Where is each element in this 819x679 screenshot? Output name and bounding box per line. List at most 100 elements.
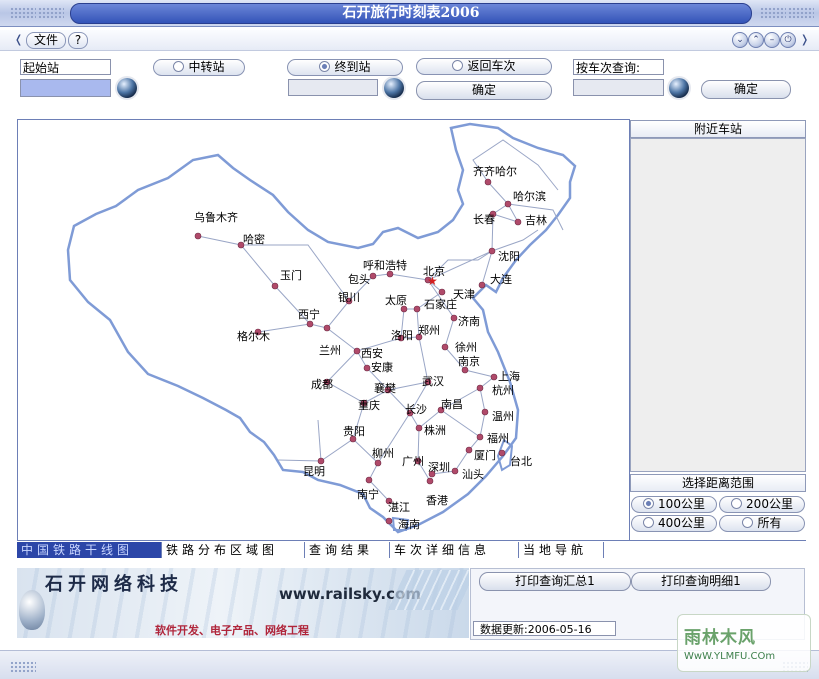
print-summary-button[interactable]: 打印查询汇总1 bbox=[479, 572, 631, 591]
city-label[interactable]: 齐齐哈尔 bbox=[473, 163, 517, 179]
city-label[interactable]: 长沙 bbox=[405, 401, 427, 417]
city-dot[interactable] bbox=[476, 433, 484, 441]
city-label[interactable]: 乌鲁木齐 bbox=[194, 209, 238, 225]
confirm-route-button[interactable]: 确定 bbox=[416, 81, 552, 100]
city-dot[interactable] bbox=[271, 282, 279, 290]
start-search-ball-icon[interactable] bbox=[117, 78, 137, 98]
city-label[interactable]: 西宁 bbox=[298, 306, 320, 322]
city-dot[interactable] bbox=[438, 288, 446, 296]
city-dot[interactable] bbox=[484, 178, 492, 186]
train-number-input[interactable] bbox=[573, 79, 664, 96]
power-icon[interactable]: ⏻ bbox=[780, 32, 796, 48]
city-dot[interactable] bbox=[441, 343, 449, 351]
chevron-down-icon[interactable]: ⌄ bbox=[732, 32, 748, 48]
city-dot[interactable] bbox=[476, 384, 484, 392]
city-dot[interactable] bbox=[194, 232, 202, 240]
city-label[interactable]: 福州 bbox=[487, 430, 509, 446]
city-label[interactable]: 台北 bbox=[510, 453, 532, 469]
city-dot[interactable] bbox=[504, 200, 512, 208]
city-dot[interactable] bbox=[450, 314, 458, 322]
transfer-station-option[interactable]: 中转站 bbox=[153, 59, 245, 76]
print-detail-button[interactable]: 打印查询明细1 bbox=[631, 572, 771, 591]
city-label[interactable]: 襄樊 bbox=[374, 380, 396, 396]
city-dot[interactable] bbox=[451, 467, 459, 475]
range-option-all[interactable]: 所有 bbox=[719, 515, 805, 532]
city-label[interactable]: 郑州 bbox=[418, 322, 440, 338]
city-label[interactable]: 株洲 bbox=[424, 422, 446, 438]
city-label[interactable]: 太原 bbox=[385, 292, 407, 308]
city-label[interactable]: 成都 bbox=[311, 376, 333, 392]
city-label[interactable]: 洛阳 bbox=[391, 327, 413, 343]
range-option-100[interactable]: 100公里 bbox=[631, 496, 717, 513]
nearby-stations-list[interactable] bbox=[630, 138, 806, 472]
tab-main-lines[interactable]: 中国铁路干线图 bbox=[17, 542, 162, 558]
city-label[interactable]: 安康 bbox=[371, 359, 393, 375]
city-dot[interactable] bbox=[426, 477, 434, 485]
city-label[interactable]: 哈密 bbox=[243, 231, 265, 247]
tab-train-details[interactable]: 车次详细信息 bbox=[390, 542, 519, 558]
city-dot[interactable] bbox=[514, 218, 522, 226]
city-label[interactable]: 石家庄 bbox=[424, 296, 457, 312]
city-dot[interactable] bbox=[490, 373, 498, 381]
city-dot[interactable] bbox=[369, 272, 377, 280]
chevron-left-icon[interactable]: ❬ bbox=[14, 33, 23, 46]
range-option-200[interactable]: 200公里 bbox=[719, 496, 805, 513]
city-dot[interactable] bbox=[488, 247, 496, 255]
end-search-ball-icon[interactable] bbox=[384, 78, 404, 98]
city-label[interactable]: 包头 bbox=[348, 271, 370, 287]
city-label[interactable]: 杭州 bbox=[492, 382, 514, 398]
city-dot[interactable] bbox=[465, 446, 473, 454]
city-label[interactable]: 济南 bbox=[458, 313, 480, 329]
train-search-ball-icon[interactable] bbox=[669, 78, 689, 98]
city-dot[interactable] bbox=[323, 324, 331, 332]
city-dot[interactable] bbox=[498, 449, 506, 457]
city-dot[interactable] bbox=[478, 281, 486, 289]
city-label[interactable]: 温州 bbox=[492, 408, 514, 424]
tab-results[interactable]: 查询结果 bbox=[305, 542, 390, 558]
city-label[interactable]: 汕头 bbox=[462, 466, 484, 482]
city-label[interactable]: 昆明 bbox=[303, 463, 325, 479]
city-label[interactable]: 香港 bbox=[426, 492, 448, 508]
city-label[interactable]: 兰州 bbox=[319, 342, 341, 358]
city-dot[interactable] bbox=[363, 364, 371, 372]
city-label[interactable]: 沈阳 bbox=[498, 248, 520, 264]
minimize-icon[interactable]: – bbox=[764, 32, 780, 48]
start-station-input[interactable] bbox=[20, 79, 111, 97]
city-label[interactable]: 贵阳 bbox=[343, 423, 365, 439]
tab-regional-map[interactable]: 铁路分布区域图 bbox=[162, 542, 305, 558]
city-label[interactable]: 吉林 bbox=[525, 212, 547, 228]
city-dot[interactable] bbox=[413, 305, 421, 313]
range-option-400[interactable]: 400公里 bbox=[631, 515, 717, 532]
city-label[interactable]: 广州 bbox=[402, 453, 424, 469]
confirm-train-button[interactable]: 确定 bbox=[701, 80, 791, 99]
end-station-input[interactable] bbox=[288, 79, 378, 96]
return-train-option[interactable]: 返回车次 bbox=[416, 58, 552, 75]
city-label[interactable]: 银川 bbox=[338, 289, 360, 305]
chevron-right-icon[interactable]: ❭ bbox=[800, 33, 809, 46]
city-label[interactable]: 深圳 bbox=[428, 459, 450, 475]
title-bar[interactable]: 石开旅行时刻表2006 bbox=[0, 0, 819, 27]
city-label[interactable]: 格尔木 bbox=[237, 328, 270, 344]
city-label[interactable]: 南宁 bbox=[357, 486, 379, 502]
railway-map[interactable]: ★ 齐齐哈尔 哈尔滨 长春 吉林 乌鲁木齐 哈密 沈阳 呼和浩特 北京 包头 大连 玉门 天津 太原 银川石… bbox=[17, 119, 630, 542]
city-dot[interactable] bbox=[385, 517, 393, 525]
city-dot[interactable] bbox=[365, 476, 373, 484]
city-dot[interactable] bbox=[481, 408, 489, 416]
file-menu[interactable]: 文件 bbox=[26, 32, 66, 49]
city-label[interactable]: 南昌 bbox=[441, 396, 463, 412]
city-label[interactable]: 玉门 bbox=[280, 267, 302, 283]
city-label[interactable]: 厦门 bbox=[474, 447, 496, 463]
city-label[interactable]: 南京 bbox=[458, 353, 480, 369]
city-label[interactable]: 武汉 bbox=[422, 373, 444, 389]
end-station-option[interactable]: 终到站 bbox=[287, 59, 403, 76]
city-label[interactable]: 重庆 bbox=[358, 397, 380, 413]
city-dot[interactable] bbox=[353, 347, 361, 355]
tab-local-nav[interactable]: 当地导航 bbox=[519, 542, 604, 558]
chevron-up-icon[interactable]: ⌃ bbox=[748, 32, 764, 48]
city-dot[interactable] bbox=[415, 424, 423, 432]
city-label[interactable]: 哈尔滨 bbox=[513, 188, 546, 204]
city-label[interactable]: 海南 bbox=[398, 516, 420, 532]
help-menu[interactable]: ? bbox=[68, 32, 88, 49]
city-label[interactable]: 大连 bbox=[490, 271, 512, 287]
city-label[interactable]: 北京 bbox=[423, 263, 445, 279]
